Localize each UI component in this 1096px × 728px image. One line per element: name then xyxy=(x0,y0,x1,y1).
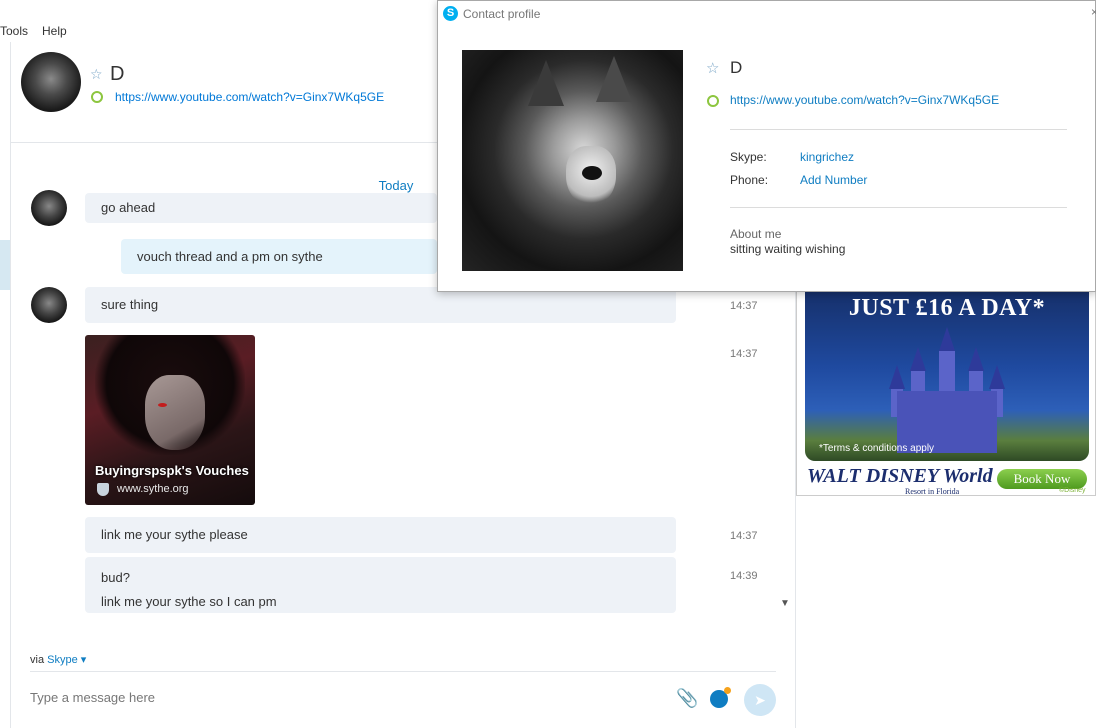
emoticon-icon[interactable] xyxy=(710,687,731,708)
message-text: sure thing xyxy=(101,297,159,312)
message-bubble[interactable]: link me your sythe please xyxy=(85,517,676,553)
link-preview-title: Buyingrspspk's Vouches xyxy=(95,463,249,478)
ad-brand-subtitle: Resort in Florida xyxy=(905,487,960,496)
paperclip-icon[interactable]: 📎 xyxy=(676,688,698,709)
divider xyxy=(730,129,1067,130)
favorite-star-icon[interactable]: ☆ xyxy=(90,66,103,83)
message-bubble[interactable]: go ahead xyxy=(85,193,437,223)
menu-bar: Tools Help xyxy=(0,24,440,42)
disney-logo: WALT DISNEY World xyxy=(807,465,993,487)
add-number-link[interactable]: Add Number xyxy=(800,173,867,187)
ad-castle-image: JUST £16 A DAY* *Terms & conditions appl… xyxy=(805,291,1089,461)
link-preview-card[interactable]: Buyingrspspk's Vouches www.sythe.org xyxy=(85,335,255,505)
message-avatar[interactable] xyxy=(31,190,67,226)
menu-help[interactable]: Help xyxy=(42,24,67,42)
favorite-star-icon[interactable]: ☆ xyxy=(706,59,719,77)
contact-name[interactable]: D xyxy=(110,63,124,86)
online-status-icon xyxy=(91,91,103,103)
scroll-down-arrow-icon[interactable]: ▼ xyxy=(780,598,790,609)
message-timestamp: 14:37 xyxy=(730,530,758,542)
profile-name: D xyxy=(730,58,743,77)
message-timestamp: 14:39 xyxy=(730,570,758,582)
message-text: link me your sythe so I can pm xyxy=(101,594,277,609)
contact-profile-window: S Contact profile × ☆ D https://www.yout… xyxy=(437,0,1096,292)
castle-illustration xyxy=(887,327,1007,453)
phone-field-label: Phone: xyxy=(730,173,769,187)
message-timestamp: 14:37 xyxy=(730,348,758,360)
message-bubble[interactable]: bud? link me your sythe so I can pm xyxy=(85,557,676,613)
ad-headline: JUST £16 A DAY* xyxy=(848,295,1046,321)
compose-divider xyxy=(30,671,776,672)
skype-field-label: Skype: xyxy=(730,150,767,164)
ad-copyright: ©Disney xyxy=(1059,487,1086,494)
close-icon[interactable]: × xyxy=(1091,5,1096,19)
skype-logo-icon: S xyxy=(443,6,458,21)
about-me-label: About me xyxy=(730,227,782,241)
message-bubble[interactable]: sure thing xyxy=(85,287,676,323)
profile-photo xyxy=(462,50,683,271)
message-text: go ahead xyxy=(101,200,156,215)
send-button[interactable]: ➤ xyxy=(744,684,776,716)
service-selector[interactable]: Skype xyxy=(47,654,78,666)
profile-mood-link[interactable]: https://www.youtube.com/watch?v=Ginx7WKq… xyxy=(730,93,999,107)
message-avatar[interactable] xyxy=(31,287,67,323)
via-label: via xyxy=(30,654,45,666)
about-me-text: sitting waiting wishing xyxy=(730,242,846,256)
menu-tools[interactable]: Tools xyxy=(0,24,28,42)
online-status-icon xyxy=(707,95,719,107)
link-preview-site: www.sythe.org xyxy=(117,483,189,495)
skype-name-value[interactable]: kingrichez xyxy=(800,150,854,164)
contact-avatar[interactable] xyxy=(21,52,81,112)
message-timestamp: 14:37 xyxy=(730,300,758,312)
contact-mood-link[interactable]: https://www.youtube.com/watch?v=Ginx7WKq… xyxy=(115,90,384,104)
message-input[interactable]: Type a message here xyxy=(30,690,650,705)
message-text: link me your sythe please xyxy=(101,527,248,542)
via-service: via Skype ▾ xyxy=(30,653,86,666)
chevron-down-icon[interactable]: ▾ xyxy=(81,654,87,666)
advertisement-banner[interactable]: JUST £16 A DAY* *Terms & conditions appl… xyxy=(796,290,1096,496)
recent-selected-strip[interactable] xyxy=(0,240,10,290)
message-text: bud? xyxy=(101,570,130,585)
divider xyxy=(730,207,1067,208)
profile-titlebar[interactable]: S Contact profile × xyxy=(438,1,1096,27)
message-text: vouch thread and a pm on sythe xyxy=(137,249,323,264)
window-title: Contact profile xyxy=(463,7,541,21)
shield-icon xyxy=(97,483,109,496)
ad-terms: *Terms & conditions apply xyxy=(819,443,935,454)
book-now-button[interactable]: Book Now xyxy=(997,469,1087,489)
message-bubble-outgoing[interactable]: vouch thread and a pm on sythe xyxy=(121,239,437,274)
